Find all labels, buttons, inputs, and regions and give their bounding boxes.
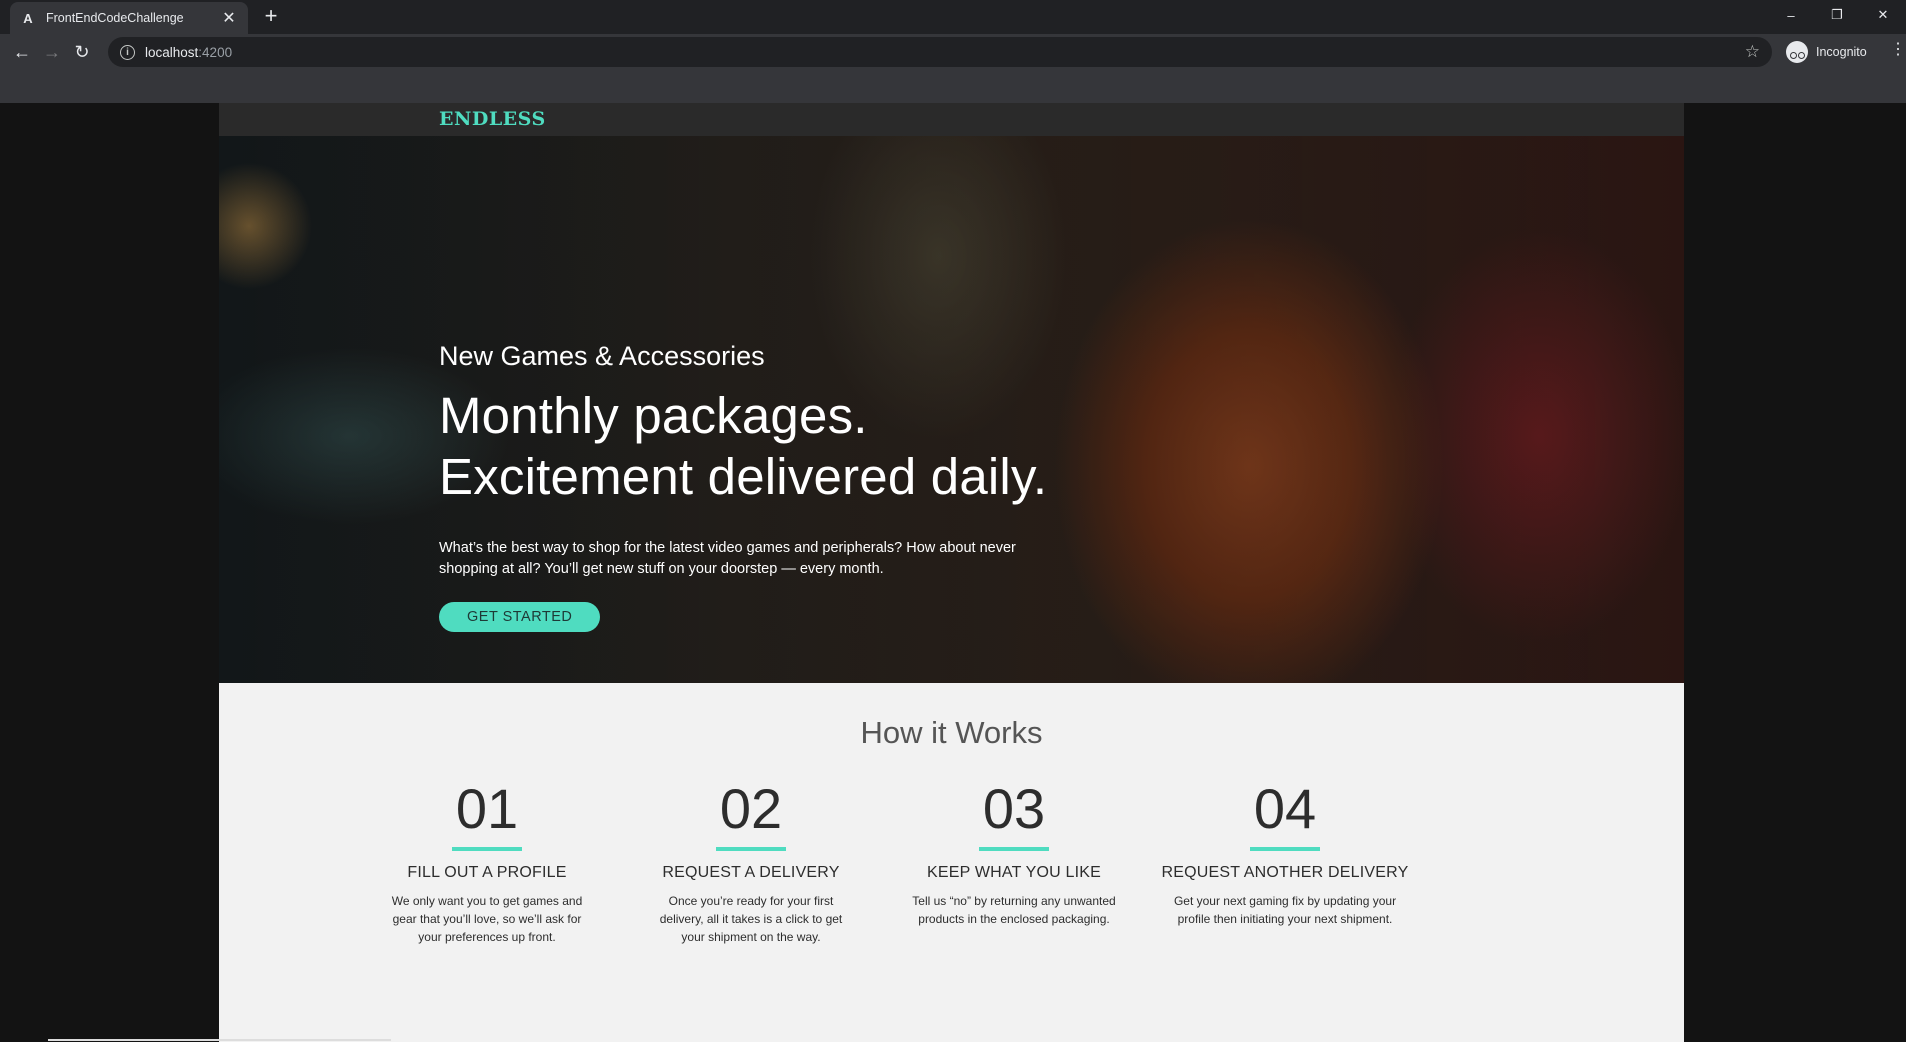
step-number: 04 — [1253, 777, 1317, 840]
step-text: Get your next gaming fix by updating you… — [1173, 894, 1397, 926]
minimize-button[interactable]: – — [1768, 0, 1814, 30]
tab-close-icon[interactable]: ✕ — [220, 8, 238, 28]
info-icon[interactable]: i — [120, 44, 135, 60]
window-controls: – ❐ ✕ — [1768, 0, 1906, 30]
address-bar[interactable]: i localhost:4200 ☆ — [108, 37, 1772, 67]
hero-content: New Games & Accessories Monthly packages… — [439, 341, 1079, 632]
new-tab-button[interactable]: + — [259, 5, 283, 29]
tab-title: FrontEndCodeChallenge — [46, 11, 184, 25]
step-card: 04 REQUEST ANOTHER DELIVERY Get your nex… — [1150, 777, 1420, 928]
site-header: ENDLESS — [219, 103, 1684, 136]
hero-title-line-2: Excitement delivered daily. — [439, 448, 1048, 505]
restore-button[interactable]: ❐ — [1814, 0, 1860, 30]
hero-title: Monthly packages. Excitement delivered d… — [439, 385, 1079, 507]
bookmark-star-icon[interactable]: ☆ — [1745, 42, 1760, 62]
reload-icon[interactable]: ↻ — [67, 37, 97, 67]
site-container: ENDLESS New Games & Accessories Monthly … — [219, 103, 1684, 1042]
step-accent-bar — [1250, 847, 1320, 851]
step-accent-bar — [716, 847, 786, 851]
endless-logo[interactable]: ENDLESS — [439, 108, 546, 130]
hero-title-line-1: Monthly packages. — [439, 387, 868, 444]
step-card: 01 FILL OUT A PROFILE We only want you t… — [367, 777, 607, 946]
incognito-label: Incognito — [1816, 45, 1867, 59]
hero-section: New Games & Accessories Monthly packages… — [219, 136, 1684, 683]
url-host: localhost — [145, 44, 199, 60]
angular-favicon-icon: A — [23, 10, 33, 26]
how-it-works-section: How it Works 01 FILL OUT A PROFILE We on… — [219, 683, 1684, 1042]
browser-chrome: A FrontEndCodeChallenge ✕ + – ❐ ✕ ← → ↻ … — [0, 0, 1906, 103]
browser-menu-icon[interactable]: ⋮ — [1890, 42, 1906, 58]
incognito-icon — [1786, 41, 1808, 63]
hero-eyebrow: New Games & Accessories — [439, 341, 765, 371]
step-title: FILL OUT A PROFILE — [407, 864, 567, 881]
step-number: 01 — [455, 777, 519, 840]
step-number: 03 — [982, 777, 1046, 840]
url-port: :4200 — [198, 44, 233, 60]
step-accent-bar — [979, 847, 1049, 851]
forward-arrow-icon[interactable]: → — [37, 37, 67, 67]
horizontal-scroll-indicator — [48, 1039, 391, 1041]
step-accent-bar — [452, 847, 522, 851]
get-started-button[interactable]: GET STARTED — [439, 602, 601, 632]
back-arrow-icon[interactable]: ← — [7, 37, 37, 67]
step-text: Tell us “no” by returning any unwanted p… — [912, 894, 1116, 926]
url-text[interactable]: localhost:4200 — [145, 45, 1745, 60]
page-viewport: ENDLESS New Games & Accessories Monthly … — [0, 103, 1906, 1042]
step-card: 02 REQUEST A DELIVERY Once you’re ready … — [631, 777, 871, 946]
step-text: We only want you to get games and gear t… — [391, 894, 583, 944]
browser-toolbar: ← → ↻ i localhost:4200 ☆ Incognito ⋮ — [0, 34, 1906, 70]
step-number: 02 — [719, 777, 783, 840]
step-card: 03 KEEP WHAT YOU LIKE Tell us “no” by re… — [894, 777, 1134, 928]
close-window-button[interactable]: ✕ — [1860, 0, 1906, 30]
step-title: REQUEST ANOTHER DELIVERY — [1161, 864, 1409, 881]
step-title: REQUEST A DELIVERY — [662, 864, 840, 881]
step-title: KEEP WHAT YOU LIKE — [926, 864, 1102, 881]
browser-tab[interactable]: A FrontEndCodeChallenge ✕ — [10, 2, 248, 34]
how-it-works-title: How it Works — [860, 715, 1043, 750]
hero-description: What’s the best way to shop for the late… — [439, 540, 1016, 577]
tab-strip: A FrontEndCodeChallenge ✕ + – ❐ ✕ — [0, 0, 1906, 34]
incognito-profile-button[interactable]: Incognito — [1786, 37, 1867, 67]
step-text: Once you’re ready for your first deliver… — [659, 894, 843, 944]
